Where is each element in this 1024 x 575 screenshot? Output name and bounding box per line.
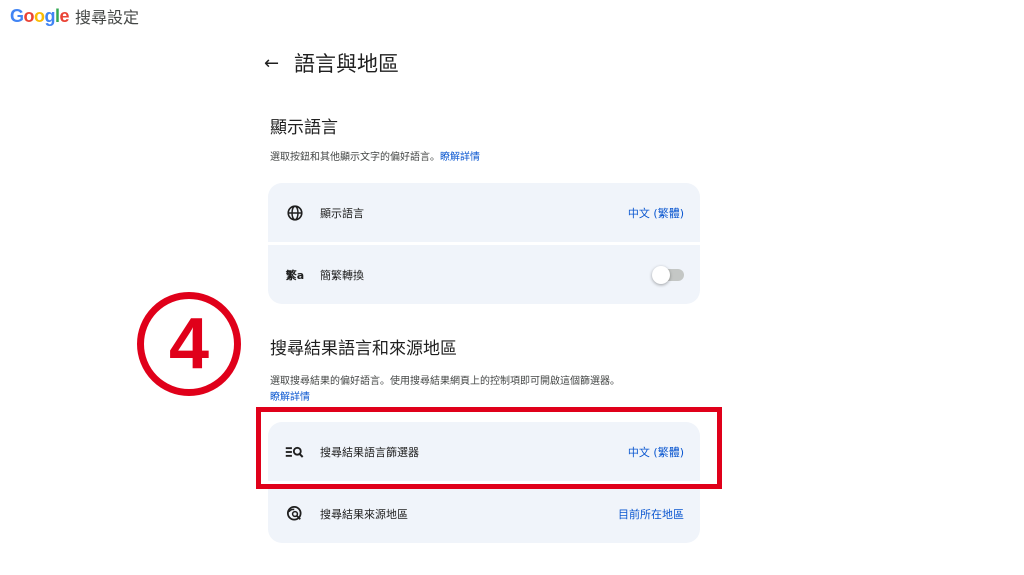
translate-icon-text: 繁a	[285, 268, 305, 282]
toggle-knob	[652, 265, 670, 284]
results-region-row[interactable]: 搜尋結果來源地區 目前所在地區	[268, 484, 700, 543]
display-language-card[interactable]: 顯示語言 中文 (繁體)	[268, 183, 700, 242]
logo-letter: o	[23, 5, 35, 26]
simplified-traditional-card[interactable]: 繁a 簡繁轉換	[268, 245, 700, 304]
display-language-row[interactable]: 顯示語言 中文 (繁體)	[268, 183, 700, 242]
display-language-heading: 顯示語言	[270, 118, 338, 138]
display-language-value[interactable]: 中文 (繁體)	[628, 205, 684, 221]
google-logo[interactable]: Google	[10, 5, 70, 27]
search-results-heading: 搜尋結果語言和來源地區	[270, 339, 457, 359]
results-region-card[interactable]: 搜尋結果來源地區 目前所在地區	[268, 484, 700, 543]
region-search-icon	[284, 503, 306, 525]
results-region-value[interactable]: 目前所在地區	[618, 506, 684, 522]
globe-icon	[284, 202, 306, 224]
logo-letter: e	[59, 5, 70, 26]
display-language-label: 顯示語言	[320, 206, 364, 220]
description-text: 選取按鈕和其他顯示文字的偏好語言。	[270, 152, 440, 163]
header-title: 搜尋設定	[75, 8, 140, 27]
learn-more-link[interactable]: 瞭解詳情	[270, 392, 310, 403]
description-text: 選取搜尋結果的偏好語言。使用搜尋結果網頁上的控制項即可開啟這個篩選器。	[270, 376, 620, 387]
translate-icon: 繁a	[284, 264, 306, 286]
app-header: Google 搜尋設定	[10, 4, 139, 28]
page-title-row: ← 語言與地區	[264, 48, 399, 78]
results-region-label: 搜尋結果來源地區	[320, 507, 408, 521]
logo-letter: g	[44, 5, 56, 26]
step-number: 4	[168, 304, 210, 384]
arrow-left-icon[interactable]: ←	[264, 53, 288, 74]
highlight-box	[256, 407, 722, 489]
step-marker: 4	[137, 292, 241, 396]
learn-more-link[interactable]: 瞭解詳情	[440, 152, 480, 163]
simplified-traditional-toggle[interactable]	[652, 265, 684, 284]
logo-letter: o	[34, 5, 45, 26]
page-title: 語言與地區	[294, 52, 399, 76]
logo-letter: G	[10, 5, 24, 26]
search-results-description: 選取搜尋結果的偏好語言。使用搜尋結果網頁上的控制項即可開啟這個篩選器。 瞭解詳情	[270, 374, 690, 406]
simplified-traditional-label: 簡繁轉換	[320, 268, 364, 282]
simplified-traditional-row[interactable]: 繁a 簡繁轉換	[268, 245, 700, 304]
display-language-description: 選取按鈕和其他顯示文字的偏好語言。瞭解詳情	[270, 150, 690, 166]
